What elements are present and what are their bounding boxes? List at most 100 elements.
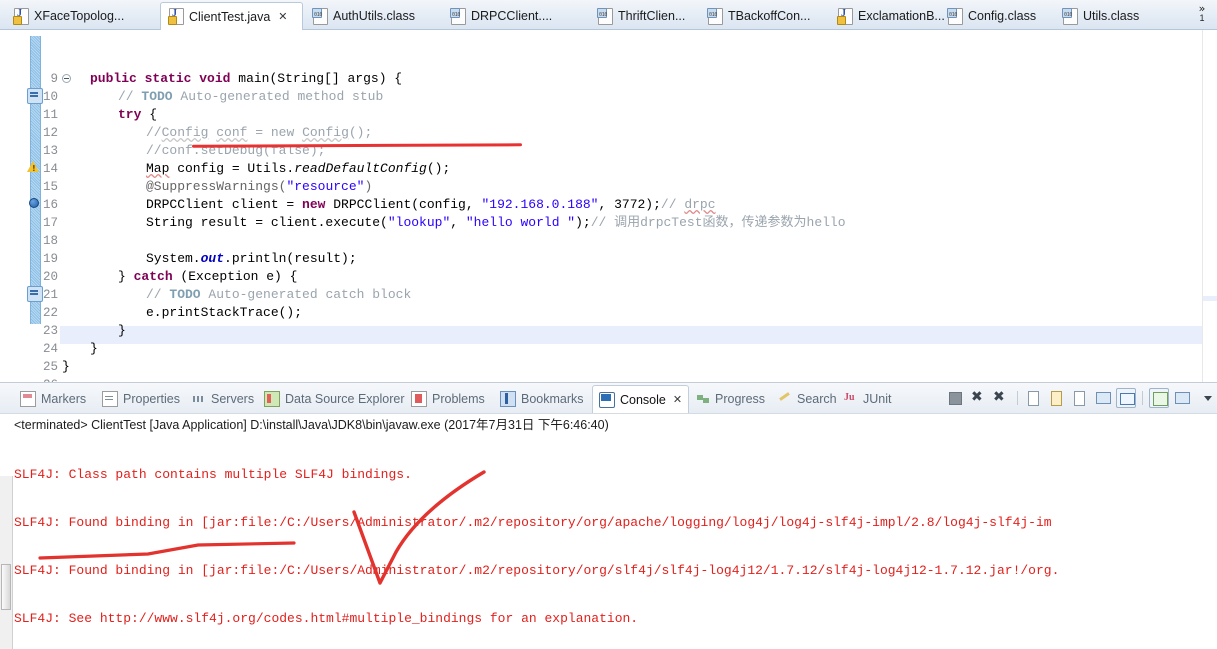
editor-tab-label: ExclamationB... — [858, 9, 945, 23]
code-line-11: try { — [118, 107, 158, 122]
editor-tab-thriftclient[interactable]: ThriftClien... — [590, 3, 710, 29]
console-line: SLF4J: Found binding in [jar:file:/C:/Us… — [14, 515, 1052, 530]
code-line-22: e.printStackTrace(); — [146, 305, 303, 320]
editor-tab-label: DRPCClient.... — [471, 9, 553, 23]
code-line-24: } — [90, 341, 98, 356]
remove-all-terminated-button[interactable]: ✖ — [991, 388, 1011, 408]
code-text-layer[interactable]: public static void main(String[] args) {… — [62, 30, 1212, 382]
view-tab-label: Problems — [432, 392, 485, 406]
line-number: 20 — [42, 270, 58, 284]
editor-tab-xfacetopology[interactable]: XFaceTopolog... — [6, 3, 156, 29]
editor-tab-label: TBackoffCon... — [728, 9, 811, 23]
editor-tab-tbackoffconnect[interactable]: TBackoffCon... — [700, 3, 835, 29]
view-tab-label: Markers — [41, 392, 87, 406]
line-number: 12 — [42, 126, 58, 140]
line-number: 23 — [42, 324, 58, 338]
close-icon[interactable]: ✕ — [673, 393, 682, 406]
tab-overflow-chevron-icon[interactable]: » 1 — [1191, 3, 1213, 26]
line-number: 24 — [42, 342, 58, 356]
view-tab-data-source-explorer[interactable]: Data Source Explorer — [258, 387, 411, 411]
view-tab-label: Servers — [211, 392, 255, 406]
view-menu-chevron-down-icon[interactable] — [1195, 388, 1215, 408]
view-tab-problems[interactable]: Problems — [405, 387, 491, 411]
java-file-icon — [13, 7, 29, 25]
editor-tab-clienttest-java[interactable]: ClientTest.java ✕ — [160, 2, 303, 30]
view-tab-junit[interactable]: JUnit — [838, 387, 897, 411]
line-number: 9 — [50, 72, 58, 86]
code-line-23: } — [118, 323, 126, 338]
view-tab-properties[interactable]: Properties — [96, 387, 186, 411]
view-tab-console[interactable]: Console ✕ — [592, 385, 690, 413]
code-line-25: } — [62, 359, 70, 374]
view-tab-markers[interactable]: Markers — [14, 387, 92, 411]
editor-tab-config-class[interactable]: Config.class — [940, 3, 1060, 29]
code-line-17: String result = client.execute("lookup",… — [146, 215, 846, 230]
view-tab-label: Console — [620, 392, 666, 407]
progress-icon — [696, 392, 710, 406]
display-selected-console-button[interactable] — [1172, 388, 1192, 408]
java-file-icon — [168, 8, 184, 25]
editor-tab-label: Config.class — [968, 9, 1037, 23]
class-file-icon — [947, 7, 963, 25]
editor-tab-bar: XFaceTopolog... ClientTest.java ✕ AuthUt… — [0, 0, 1217, 30]
console-status-line: <terminated> ClientTest [Java Applicatio… — [14, 418, 609, 432]
code-line-12: //Config conf = new Config(); — [146, 125, 373, 140]
code-editor[interactable]: ! 9 10 11 12 13 14 15 16 17 18 19 20 21 … — [0, 30, 1217, 382]
editor-tab-label: AuthUtils.class — [333, 9, 415, 23]
editor-tab-authutils-class[interactable]: AuthUtils.class — [305, 3, 435, 29]
data-source-explorer-icon — [264, 391, 280, 407]
bottom-view-stack: Markers Properties Servers Data Source E… — [0, 382, 1217, 649]
view-tab-label: Data Source Explorer — [285, 392, 405, 406]
view-tab-bookmarks[interactable]: Bookmarks — [494, 387, 590, 411]
editor-tab-utils-class[interactable]: Utils.class — [1055, 3, 1170, 29]
console-toolbar: ✖ ✖ — [945, 386, 1215, 410]
view-tab-label: Search — [797, 392, 837, 406]
line-number: 10 — [42, 90, 58, 104]
toolbar-separator — [1142, 391, 1143, 405]
overview-current-line-mark — [1203, 296, 1217, 301]
properties-icon — [102, 391, 118, 407]
remove-launch-button[interactable]: ✖ — [968, 388, 988, 408]
code-line-16: DRPCClient client = new DRPCClient(confi… — [146, 197, 716, 212]
code-line-15: @SuppressWarnings("resource") — [146, 179, 373, 194]
tab-overflow-count: 1 — [1199, 13, 1205, 23]
toolbar-separator — [1017, 391, 1018, 405]
terminate-button[interactable] — [945, 388, 965, 408]
code-line-14: Map config = Utils.readDefaultConfig(); — [146, 161, 451, 176]
open-console-button[interactable] — [1149, 388, 1169, 408]
line-number: 19 — [42, 252, 58, 266]
code-line-21: // TODO Auto-generated catch block — [146, 287, 412, 302]
line-number-ruler: 9 10 11 12 13 14 15 16 17 18 19 20 21 22… — [28, 30, 60, 382]
class-file-icon — [1062, 7, 1078, 25]
scroll-lock-button[interactable] — [1047, 388, 1067, 408]
red-check-mark-annotation — [352, 470, 486, 585]
clear-console-button[interactable] — [1024, 388, 1044, 408]
view-tab-search[interactable]: Search — [772, 387, 843, 411]
junit-icon — [844, 392, 858, 406]
line-number: 11 — [42, 108, 58, 122]
line-number: 18 — [42, 234, 58, 248]
servers-icon — [192, 392, 206, 406]
line-number: 13 — [42, 144, 58, 158]
class-file-icon — [312, 7, 328, 25]
code-line-19: System.out.println(result); — [146, 251, 357, 266]
java-file-icon — [837, 7, 853, 25]
pin-console-button[interactable] — [1116, 388, 1136, 408]
editor-tab-drpcclient[interactable]: DRPCClient.... — [443, 3, 573, 29]
view-tab-bar: Markers Properties Servers Data Source E… — [0, 383, 1217, 413]
console-output-panel[interactable]: <terminated> ClientTest [Java Applicatio… — [0, 413, 1217, 649]
editor-tab-label: Utils.class — [1083, 9, 1140, 23]
markers-icon — [20, 391, 36, 407]
word-wrap-button[interactable] — [1070, 388, 1090, 408]
search-icon — [778, 392, 792, 406]
view-tab-label: JUnit — [863, 392, 892, 406]
editor-overview-ruler[interactable] — [1202, 30, 1217, 382]
line-number: 15 — [42, 180, 58, 194]
line-number: 16 — [42, 198, 58, 212]
show-console-on-output-button[interactable] — [1093, 388, 1113, 408]
scrollbar-thumb[interactable] — [1, 564, 11, 610]
view-tab-progress[interactable]: Progress — [690, 387, 771, 411]
view-tab-servers[interactable]: Servers — [186, 387, 260, 411]
console-vertical-scrollbar[interactable] — [0, 476, 13, 649]
close-icon[interactable]: ✕ — [278, 10, 287, 23]
